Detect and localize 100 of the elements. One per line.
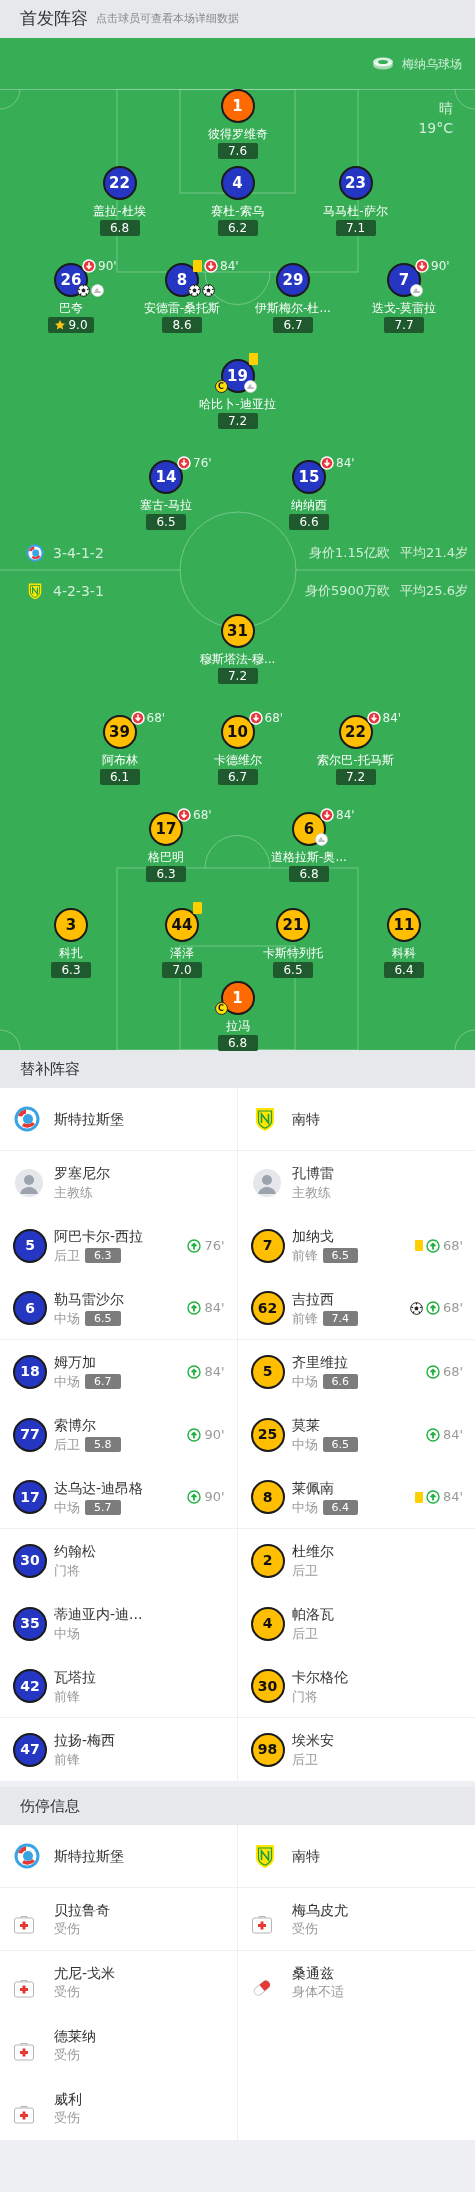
player-number[interactable]: 22	[102, 166, 137, 200]
sub-off-icon	[204, 259, 218, 273]
sub-on-minute: 84'	[442, 1425, 463, 1444]
section-header: 伤停信息	[0, 1787, 475, 1825]
player-name: 卡尔格伦	[291, 1667, 348, 1687]
club-crest-icon	[14, 1106, 40, 1132]
star-icon	[54, 319, 67, 331]
player-rating: 7.7	[384, 317, 424, 333]
player-number[interactable]: 15	[292, 460, 326, 494]
player-rating: 6.6	[289, 514, 329, 530]
booking-card-icon	[193, 260, 202, 272]
player-number[interactable]: 6	[13, 1291, 47, 1325]
player-number[interactable]: 8	[250, 1480, 285, 1514]
boot-icon	[315, 833, 328, 846]
sub-on-minute: 90'	[204, 1425, 225, 1444]
player-number[interactable]: 4	[220, 166, 255, 200]
coach-role: 主教练	[291, 1183, 332, 1202]
player-number[interactable]: 10	[220, 715, 255, 749]
player-number[interactable]: 21	[276, 908, 310, 942]
team-name: 斯特拉斯堡	[54, 1109, 124, 1129]
player-name: 帕洛瓦	[291, 1605, 334, 1624]
sub-on-icon	[425, 1238, 440, 1253]
sub-on-minute: 84'	[442, 1488, 463, 1507]
player-number[interactable]: 77	[13, 1417, 47, 1452]
average-age: 平均21.4岁	[400, 544, 468, 563]
coach-avatar-silhouette	[252, 1168, 281, 1197]
weather-text: 晴	[439, 99, 453, 118]
sub-off-minute: 90'	[98, 258, 117, 275]
squad-value: 身价5900万欧	[304, 582, 391, 601]
player-number[interactable]: 31	[220, 614, 255, 648]
sub-off-icon	[177, 808, 191, 822]
team-name: 南特	[291, 1846, 320, 1866]
sub-on-minute: 68'	[442, 1236, 463, 1255]
player-name: 达乌达-迪昂格	[54, 1478, 144, 1498]
player-number[interactable]: 62	[250, 1291, 285, 1325]
injury-status: 受伤	[291, 1919, 319, 1938]
player-number[interactable]: 29	[276, 263, 310, 297]
coach-name: 罗塞尼尔	[54, 1163, 110, 1183]
player-rating: 6.7	[217, 769, 258, 785]
player-position: 中场	[291, 1436, 318, 1454]
player-number[interactable]: 3	[54, 908, 88, 942]
formation-text: 3-4-1-2	[53, 543, 104, 563]
player-position: 后卫	[291, 1751, 318, 1769]
player-rating: 5.8	[85, 1437, 121, 1452]
sub-on-icon	[187, 1238, 202, 1253]
player-number[interactable]: 5	[13, 1228, 47, 1263]
player-position: 后卫	[291, 1625, 318, 1643]
player-number[interactable]: 22	[338, 715, 373, 749]
player-number[interactable]: 14	[149, 460, 183, 494]
player-rating: 7.2	[335, 769, 376, 785]
player-number[interactable]: 47	[13, 1732, 47, 1767]
player-name: 拉扬-梅西	[54, 1731, 116, 1750]
sub-off-minute: 68'	[264, 710, 284, 727]
player-number[interactable]: 7	[250, 1228, 285, 1263]
sub-on-minute: 84'	[204, 1299, 225, 1318]
player-number[interactable]: 17	[13, 1480, 47, 1514]
player-name: 赛杜-索乌	[211, 203, 264, 219]
sub-off-minute: 84'	[336, 807, 355, 824]
player-number[interactable]: 4	[250, 1606, 285, 1641]
player-number[interactable]: 39	[102, 715, 137, 749]
team-name: 南特	[291, 1109, 320, 1129]
player-position: 中场	[291, 1498, 318, 1517]
player-number[interactable]: 23	[338, 166, 373, 200]
player-position: 中场	[54, 1309, 80, 1328]
player-number[interactable]: 30	[250, 1669, 285, 1703]
injury-status: 受伤	[54, 2046, 81, 2064]
player-position: 中场	[291, 1373, 318, 1391]
player-number[interactable]: 5	[250, 1354, 285, 1389]
coach-role: 主教练	[54, 1183, 94, 1202]
booking-card-icon	[414, 1240, 423, 1251]
player-number[interactable]: 30	[13, 1543, 47, 1578]
player-name: 加纳戈	[291, 1227, 335, 1246]
player-number[interactable]: 11	[387, 908, 421, 942]
section-hint: 点击球员可查看本场详细数据	[96, 10, 239, 27]
captain-badge: C	[214, 1002, 228, 1015]
boot-icon	[410, 284, 423, 297]
player-number[interactable]: 44	[165, 908, 199, 942]
coach-name: 孔博雷	[291, 1163, 334, 1183]
player-number[interactable]: 25	[250, 1417, 285, 1452]
player-rating: 6.8	[289, 866, 329, 882]
player-name: 盖拉-杜埃	[93, 203, 146, 219]
sub-off-minute: 68'	[193, 807, 212, 824]
player-name: 姆万加	[54, 1353, 97, 1372]
player-rating: 6.2	[217, 220, 258, 236]
player-name: 卡斯特列托	[263, 945, 323, 961]
sub-on-minute: 68'	[442, 1362, 463, 1381]
player-number[interactable]: 98	[250, 1732, 285, 1767]
player-rating: 6.3	[85, 1248, 121, 1263]
player-number[interactable]: 35	[13, 1606, 47, 1641]
player-name: 阿布林	[101, 752, 138, 768]
player-position: 后卫	[54, 1247, 80, 1265]
sub-on-minute: 76'	[204, 1236, 225, 1255]
player-number[interactable]: 2	[250, 1543, 285, 1578]
player-rating: 6.1	[99, 769, 140, 785]
player-position: 中场	[54, 1498, 80, 1517]
player-number[interactable]: 17	[149, 812, 183, 846]
player-number[interactable]: 18	[13, 1354, 47, 1389]
player-name: 约翰松	[54, 1542, 96, 1561]
player-number[interactable]: 42	[13, 1669, 47, 1703]
player-rating: 7.2	[217, 413, 258, 429]
